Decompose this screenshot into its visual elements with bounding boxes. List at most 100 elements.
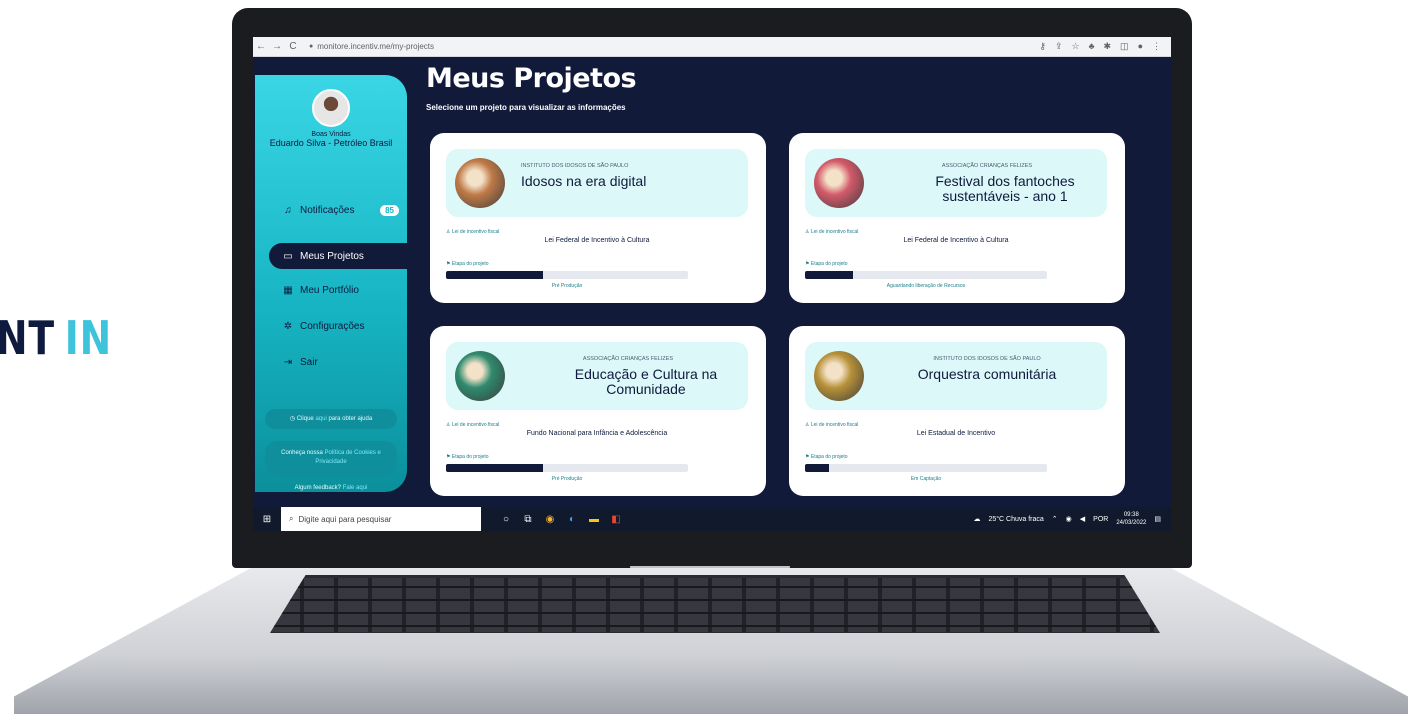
file-explorer-icon[interactable]: ▬ xyxy=(583,514,605,525)
key-icon[interactable]: ⚷ xyxy=(1039,41,1046,52)
welcome-block: Boas Vindas Eduardo Silva - Petróleo Bra… xyxy=(255,131,407,148)
law-value: Lei Estadual de Incentivo xyxy=(916,430,996,437)
project-card[interactable]: INSTITUTO DOS IDOSOS DE SÃO PAULO Idosos… xyxy=(430,133,766,303)
laptop-screen: ← → C ● monitore.incentiv.me/my-projects … xyxy=(253,37,1171,531)
stage-value: Aguardando liberação de Recursos xyxy=(886,283,966,289)
sidebar-item-notifications[interactable]: ♫ Notificações 85 xyxy=(269,197,407,223)
feedback-line: Algum feedback? Fale aqui xyxy=(255,485,407,491)
notification-count-badge: 85 xyxy=(380,204,399,216)
sidebar-item-settings[interactable]: ✲ Configurações xyxy=(269,313,407,339)
profile-icon[interactable]: ● xyxy=(1138,41,1143,52)
edge-icon[interactable]: ◐ xyxy=(561,514,583,525)
sidebar-item-label: Configurações xyxy=(300,320,365,332)
search-placeholder: Digite aqui para pesquisar xyxy=(298,514,392,524)
project-organization: INSTITUTO DOS IDOSOS DE SÃO PAULO xyxy=(933,356,1041,362)
sidebar-item-label: Sair xyxy=(300,356,318,368)
project-thumbnail xyxy=(455,158,505,208)
sidebar-icon[interactable]: ◫ xyxy=(1120,41,1129,52)
stage-label: ⚑ Etapa do projeto xyxy=(805,261,848,267)
network-icon[interactable]: ◉ xyxy=(1066,515,1072,523)
page-subtitle: Selecione um projeto para visualizar as … xyxy=(426,103,626,112)
project-card[interactable]: INSTITUTO DOS IDOSOS DE SÃO PAULO Orques… xyxy=(789,326,1125,496)
sidebar-item-label: Notificações xyxy=(300,204,355,216)
app-area: Boas Vindas Eduardo Silva - Petróleo Bra… xyxy=(253,57,1171,507)
task-view-icon[interactable]: ⧉ xyxy=(517,514,539,525)
cortana-icon[interactable]: ○ xyxy=(495,514,517,525)
menu-icon[interactable]: ⋮ xyxy=(1152,41,1161,52)
project-organization: ASSOCIAÇÃO CRIANÇAS FELIZES xyxy=(941,163,1033,169)
stage-progress-bar xyxy=(805,464,1047,472)
sidebar-item-label: Meus Projetos xyxy=(300,250,364,262)
laptop-keyboard xyxy=(270,575,1160,633)
help-button[interactable]: ◷ Clique aqui para obter ajuda xyxy=(265,409,397,429)
reload-button[interactable]: C xyxy=(285,41,301,52)
privacy-link[interactable]: Política de Cookies e Privacidade xyxy=(315,450,381,465)
sidebar-item-projects[interactable]: ▭ Meus Projetos xyxy=(269,243,407,269)
sidebar-item-logout[interactable]: ⇥ Sair xyxy=(269,349,407,375)
help-link[interactable]: aqui xyxy=(315,416,326,422)
project-organization: INSTITUTO DOS IDOSOS DE SÃO PAULO xyxy=(521,163,629,169)
back-button[interactable]: ← xyxy=(253,41,269,52)
brand-word-2: IN xyxy=(64,311,113,365)
language-indicator[interactable]: POR xyxy=(1093,516,1108,523)
browser-extension-icons: ⚷ ⇪ ☆ ♣ ✱ ◫ ● ⋮ xyxy=(1039,41,1171,52)
stage-value: Pré Produção xyxy=(551,283,583,289)
page-title: Meus Projetos xyxy=(426,63,637,94)
clock-time: 09:38 xyxy=(1123,512,1139,518)
chrome-icon[interactable]: ◉ xyxy=(539,514,561,525)
privacy-prefix: Conheça nossa xyxy=(281,450,323,456)
law-value: Lei Federal de Incentivo à Cultura xyxy=(903,237,1009,244)
taskbar-search-input[interactable]: ⌕ Digite aqui para pesquisar xyxy=(281,507,481,531)
sidebar-item-label: Meu Portfólio xyxy=(300,284,359,296)
windows-start-icon[interactable]: ⊞ xyxy=(253,514,281,525)
project-thumbnail xyxy=(814,158,864,208)
stage-label: ⚑ Etapa do projeto xyxy=(446,261,489,267)
extension-icon[interactable]: ♣ xyxy=(1089,41,1095,52)
stage-progress-fill xyxy=(446,271,543,279)
law-label: ♙ Lei de incentivo fiscal xyxy=(805,422,858,428)
browser-toolbar: ← → C ● monitore.incentiv.me/my-projects … xyxy=(253,37,1171,57)
windows-taskbar: ⊞ ⌕ Digite aqui para pesquisar ○ ⧉ ◉ ◐ ▬ … xyxy=(253,507,1171,531)
project-card-header: ASSOCIAÇÃO CRIANÇAS FELIZES Educação e C… xyxy=(446,342,748,410)
project-card[interactable]: ASSOCIAÇÃO CRIANÇAS FELIZES Educação e C… xyxy=(430,326,766,496)
project-card-header: INSTITUTO DOS IDOSOS DE SÃO PAULO Orques… xyxy=(805,342,1107,410)
brand-word-1: NT xyxy=(0,311,55,365)
law-label: ♙ Lei de incentivo fiscal xyxy=(446,229,499,235)
stage-label: ⚑ Etapa do projeto xyxy=(446,454,489,460)
chevron-up-icon[interactable]: ⌃ xyxy=(1052,515,1058,523)
avatar xyxy=(312,89,350,127)
feedback-link[interactable]: Fale aqui xyxy=(343,485,368,491)
stage-progress-fill xyxy=(446,464,543,472)
sidebar-item-portfolio[interactable]: ▦ Meu Portfólio xyxy=(269,277,407,303)
portfolio-icon: ▦ xyxy=(283,284,293,296)
law-label-text: Lei de incentivo fiscal xyxy=(451,229,500,235)
project-title: Festival dos fantoches sustentáveis - an… xyxy=(935,173,1075,204)
help-icon: ◷ xyxy=(289,416,296,422)
stage-progress-bar xyxy=(446,464,688,472)
weather-text[interactable]: 25°C Chuva fraca xyxy=(988,516,1043,523)
taskbar-clock[interactable]: 09:38 24/03/2022 xyxy=(1116,511,1146,527)
lock-icon: ● xyxy=(309,43,314,50)
project-card-header: ASSOCIAÇÃO CRIANÇAS FELIZES Festival dos… xyxy=(805,149,1107,217)
project-card[interactable]: ASSOCIAÇÃO CRIANÇAS FELIZES Festival dos… xyxy=(789,133,1125,303)
project-title: Orquestra comunitária xyxy=(917,366,1057,382)
puzzle-icon[interactable]: ✱ xyxy=(1104,41,1112,52)
address-bar[interactable]: ● monitore.incentiv.me/my-projects xyxy=(309,42,434,51)
stage-label-text: Etapa do projeto xyxy=(810,261,848,267)
volume-icon[interactable]: ◀ xyxy=(1080,515,1085,523)
star-icon[interactable]: ☆ xyxy=(1072,41,1080,52)
share-icon[interactable]: ⇪ xyxy=(1055,41,1063,52)
project-organization: ASSOCIAÇÃO CRIANÇAS FELIZES xyxy=(582,356,674,362)
project-title: Idosos na era digital xyxy=(521,173,647,189)
folder-icon: ▭ xyxy=(283,250,293,262)
project-thumbnail xyxy=(455,351,505,401)
stage-label: ⚑ Etapa do projeto xyxy=(805,454,848,460)
office-icon[interactable]: ◧ xyxy=(605,514,627,525)
keyboard-rows xyxy=(270,575,1160,633)
stage-progress-fill xyxy=(805,464,830,472)
feedback-prefix: Algum feedback? xyxy=(294,485,341,491)
notification-center-icon[interactable]: ▤ xyxy=(1154,515,1161,523)
forward-button[interactable]: → xyxy=(269,41,285,52)
brand-logo-text: NT IN xyxy=(0,310,112,366)
stage-progress-bar xyxy=(446,271,688,279)
